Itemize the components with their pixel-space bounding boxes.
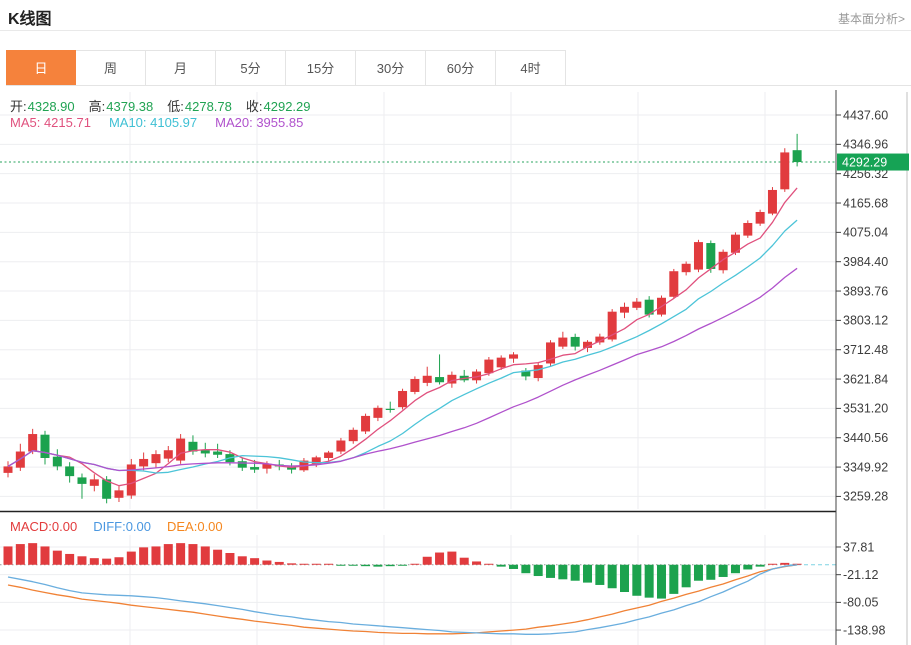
tab-30分[interactable]: 30分 bbox=[356, 50, 426, 85]
tab-bar: 日周月5分15分30分60分4时 bbox=[6, 50, 911, 86]
ohlc-low-value: 4278.78 bbox=[185, 99, 232, 114]
tab-周[interactable]: 周 bbox=[76, 50, 146, 85]
ohlc-low-label: 低: bbox=[167, 99, 184, 114]
tab-5分[interactable]: 5分 bbox=[216, 50, 286, 85]
svg-text:4346.96: 4346.96 bbox=[843, 138, 888, 152]
svg-text:3621.84: 3621.84 bbox=[843, 372, 888, 386]
tab-60分[interactable]: 60分 bbox=[426, 50, 496, 85]
ohlc-high-value: 4379.38 bbox=[106, 99, 153, 114]
svg-text:3803.12: 3803.12 bbox=[843, 314, 888, 328]
price-axis: 4437.604346.964256.324165.684075.043984.… bbox=[836, 90, 907, 645]
diff-legend: DIFF:0.00 bbox=[93, 519, 151, 534]
ohlc-row: 开:4328.90 高:4379.38 低:4278.78 收:4292.29 bbox=[10, 96, 311, 115]
svg-text:4437.60: 4437.60 bbox=[843, 108, 888, 122]
ohlc-high-label: 高: bbox=[89, 99, 106, 114]
ma20-line bbox=[8, 268, 797, 470]
macd-histogram bbox=[4, 543, 802, 598]
macd-legend: MACD:0.00 bbox=[10, 519, 77, 534]
svg-text:-21.12: -21.12 bbox=[843, 568, 878, 582]
dea-legend: DEA:0.00 bbox=[167, 519, 223, 534]
gridlines bbox=[0, 92, 836, 645]
current-price-tag: 4292.29 bbox=[837, 154, 909, 171]
svg-text:3259.28: 3259.28 bbox=[843, 490, 888, 504]
tab-15分[interactable]: 15分 bbox=[286, 50, 356, 85]
svg-text:-138.98: -138.98 bbox=[843, 623, 885, 637]
macd-header-row: MACD:0.00 DIFF:0.00 DEA:0.00 bbox=[10, 519, 239, 534]
candles-layer bbox=[4, 134, 802, 503]
svg-text:3531.20: 3531.20 bbox=[843, 402, 888, 416]
svg-text:3349.92: 3349.92 bbox=[843, 460, 888, 474]
ma20-legend: MA20: 3955.85 bbox=[215, 115, 303, 130]
tab-日[interactable]: 日 bbox=[6, 50, 76, 85]
svg-text:4165.68: 4165.68 bbox=[843, 196, 888, 210]
svg-text:-80.05: -80.05 bbox=[843, 596, 878, 610]
svg-text:3440.56: 3440.56 bbox=[843, 431, 888, 445]
ohlc-close-value: 4292.29 bbox=[264, 99, 311, 114]
ma10-legend: MA10: 4105.97 bbox=[109, 115, 197, 130]
diff-line bbox=[8, 565, 797, 635]
ohlc-open-label: 开: bbox=[10, 99, 27, 114]
tab-4时[interactable]: 4时 bbox=[496, 50, 566, 85]
svg-text:4075.04: 4075.04 bbox=[843, 226, 888, 240]
svg-text:4292.29: 4292.29 bbox=[842, 155, 887, 169]
ma5-legend: MA5: 4215.71 bbox=[10, 115, 91, 130]
svg-text:37.81: 37.81 bbox=[843, 540, 874, 554]
svg-text:3893.76: 3893.76 bbox=[843, 284, 888, 298]
tab-月[interactable]: 月 bbox=[146, 50, 216, 85]
ma10-line bbox=[8, 220, 797, 473]
ohlc-close-label: 收: bbox=[246, 99, 263, 114]
kline-panel: K线图 基本面分析> 4437.604346.964256.324165.684… bbox=[0, 0, 911, 645]
svg-text:3712.48: 3712.48 bbox=[843, 343, 888, 357]
ohlc-open-value: 4328.90 bbox=[28, 99, 75, 114]
svg-text:3984.40: 3984.40 bbox=[843, 255, 888, 269]
ma-row: MA5: 4215.71 MA10: 4105.97 MA20: 3955.85 bbox=[10, 115, 321, 130]
